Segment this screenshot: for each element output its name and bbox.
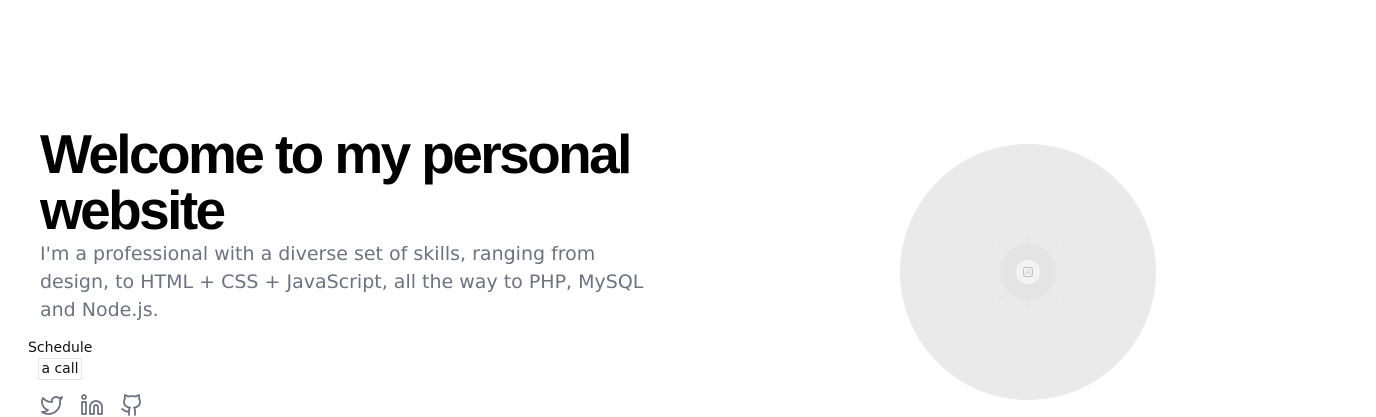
hero-subtitle: I'm a professional with a diverse set of… <box>40 243 644 321</box>
hero-section: Welcome to my personal website I'm a pro… <box>40 126 680 324</box>
social-links <box>40 393 144 417</box>
hero-title: Welcome to my personal website <box>40 123 632 241</box>
page: Welcome to my personal website I'm a pro… <box>0 0 1376 417</box>
twitter-icon[interactable] <box>40 393 64 417</box>
image-placeholder-icon <box>992 236 1064 308</box>
schedule-call-label-line1: Schedule <box>28 340 93 356</box>
linkedin-icon[interactable] <box>80 393 104 417</box>
schedule-call-button[interactable]: Schedule a call <box>28 338 92 380</box>
schedule-call-label-line2: a call <box>38 358 82 380</box>
avatar-image <box>900 144 1156 400</box>
github-icon[interactable] <box>120 393 144 417</box>
